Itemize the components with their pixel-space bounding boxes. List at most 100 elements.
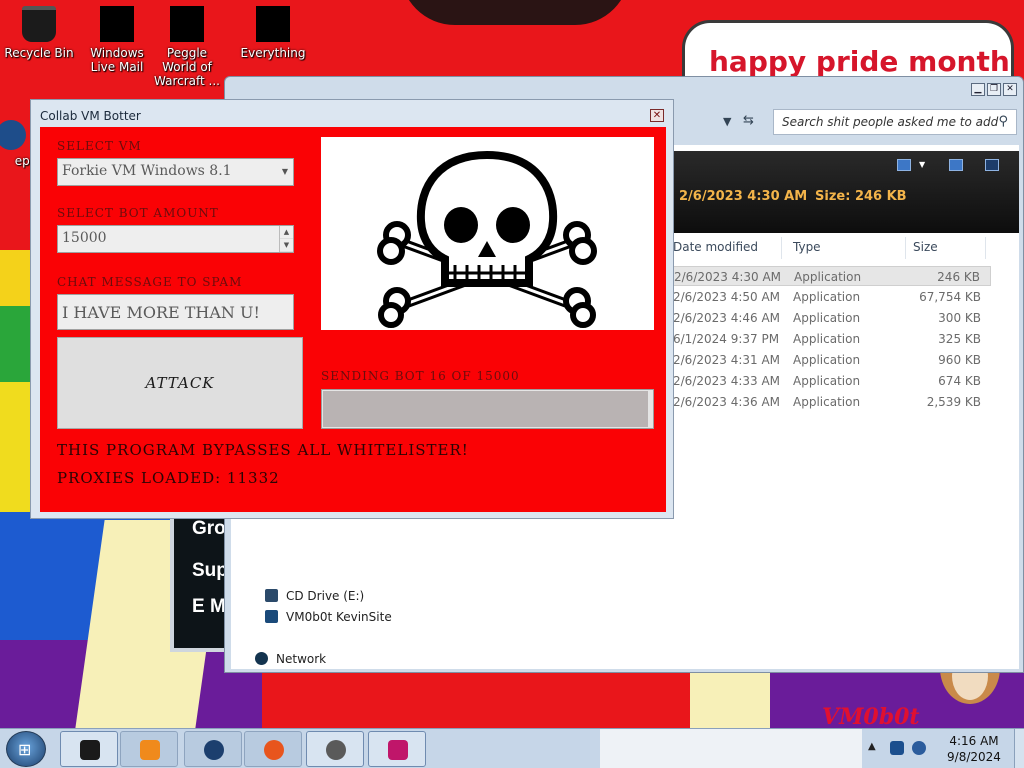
- taskbar-empty-area: [600, 729, 862, 768]
- file-size: 674 KB: [938, 374, 981, 388]
- close-button[interactable]: ✕: [1003, 83, 1017, 96]
- mail-icon: [100, 6, 134, 42]
- wallpaper-red-bottom: [262, 672, 702, 728]
- file-date: 2/6/2023 4:30 AM: [674, 270, 782, 284]
- column-header-type[interactable]: Type: [793, 240, 821, 254]
- tray-expand-icon[interactable]: ▲: [868, 741, 876, 752]
- skull-image: [321, 137, 654, 330]
- progress-label: SENDING BOT 16 OF 15000: [321, 369, 520, 383]
- file-date: 2/6/2023 4:46 AM: [673, 311, 781, 325]
- file-size: 300 KB: [938, 311, 981, 325]
- help-icon[interactable]: [985, 159, 999, 171]
- file-size: 2,539 KB: [926, 395, 981, 409]
- skull-app-icon: [326, 740, 346, 760]
- nav-item-label: CD Drive (E:): [286, 589, 365, 603]
- wallpaper-cream-shape-2: [690, 672, 770, 728]
- column-header-date[interactable]: Date modified: [673, 240, 758, 254]
- chat-message-label: CHAT MESSAGE TO SPAM: [57, 275, 243, 289]
- taskbar-app-paint[interactable]: [368, 731, 426, 767]
- desktop-icon-label: Windows Live Mail: [90, 46, 144, 74]
- column-divider[interactable]: [781, 237, 782, 259]
- nav-item-kevinsite[interactable]: VM0b0t KevinSite: [265, 610, 392, 624]
- pride-banner-text: happy pride month: [709, 45, 1010, 78]
- network-drive-icon: [265, 610, 278, 623]
- start-button[interactable]: ⊞: [6, 731, 46, 767]
- clock-date: 9/8/2024: [947, 750, 1001, 764]
- close-button[interactable]: ✕: [650, 109, 664, 122]
- clock[interactable]: 4:16 AM 9/8/2024: [934, 733, 1014, 765]
- refresh-icon[interactable]: ⇆: [743, 113, 754, 128]
- taskbar-app-media-player[interactable]: [120, 731, 178, 767]
- nav-item-cd-drive[interactable]: CD Drive (E:): [265, 589, 364, 603]
- search-box[interactable]: Search shit people asked me to add ⚲: [773, 109, 1017, 135]
- taskbar-app-cmd[interactable]: [60, 731, 118, 767]
- status-text-proxies: PROXIES LOADED: 11332: [57, 469, 280, 487]
- search-icon[interactable]: ⚲: [998, 114, 1008, 129]
- network-tray-icon[interactable]: [890, 741, 904, 755]
- attack-button[interactable]: ATTACK: [57, 337, 303, 429]
- firefox-icon: [264, 740, 284, 760]
- side-info-card: Gro Sup E M: [170, 510, 230, 652]
- peggle-icon: [170, 6, 204, 42]
- skull-crossbones-icon: [377, 150, 597, 328]
- view-dropdown-icon[interactable]: ▼: [919, 160, 925, 169]
- history-dropdown-icon[interactable]: ▼: [723, 115, 731, 128]
- column-header-size[interactable]: Size: [913, 240, 938, 254]
- side-card-line: E M: [192, 596, 226, 617]
- file-type: Application: [793, 353, 861, 367]
- bot-amount-stepper[interactable]: 15000 ▲ ▼: [57, 225, 294, 253]
- column-divider[interactable]: [985, 237, 986, 259]
- bot-window[interactable]: Collab VM Botter ✕ SELECT VM Forkie VM W…: [30, 99, 674, 519]
- wallpaper-notch: [400, 0, 630, 25]
- minimize-button[interactable]: ▁: [971, 83, 985, 96]
- cd-drive-icon: [265, 589, 278, 602]
- select-vm-label: SELECT VM: [57, 139, 142, 153]
- file-date: 2/6/2023 4:36 AM: [673, 395, 781, 409]
- vm-select[interactable]: Forkie VM Windows 8.1 ▼: [57, 158, 294, 186]
- view-icon[interactable]: [897, 159, 911, 171]
- desktop-icon-windows-live-mail[interactable]: Windows Live Mail: [78, 6, 156, 74]
- volume-tray-icon[interactable]: [912, 741, 926, 755]
- taskbar-app-firefox[interactable]: [244, 731, 302, 767]
- file-size: 325 KB: [938, 332, 981, 346]
- maximize-button[interactable]: ❐: [987, 83, 1001, 96]
- preview-pane-icon[interactable]: [949, 159, 963, 171]
- stepper-up-icon[interactable]: ▲: [280, 226, 293, 239]
- vm-select-value: Forkie VM Windows 8.1: [62, 163, 232, 179]
- details-size-label: Size:: [815, 189, 851, 204]
- nav-item-network[interactable]: Network: [255, 652, 326, 666]
- chevron-down-icon[interactable]: ▼: [282, 167, 288, 176]
- bot-client-area: SELECT VM Forkie VM Windows 8.1 ▼ SELECT…: [40, 127, 666, 512]
- nav-item-label: Network: [276, 652, 327, 666]
- bot-amount-value: 15000: [62, 230, 107, 246]
- paint-app-icon: [388, 740, 408, 760]
- desktop-icon-peggle[interactable]: Peggle World of Warcraft ...: [148, 6, 226, 88]
- stepper-down-icon[interactable]: ▼: [280, 239, 293, 252]
- show-desktop-button[interactable]: [1014, 729, 1024, 768]
- chat-message-value: I HAVE MORE THAN U!: [62, 303, 260, 322]
- file-size: 246 KB: [937, 270, 980, 284]
- desktop-icon-recycle-bin[interactable]: Recycle Bin: [0, 6, 78, 60]
- bot-amount-label: SELECT BOT AMOUNT: [57, 206, 219, 220]
- file-type: Application: [793, 374, 861, 388]
- details-date: 2/6/2023 4:30 AM: [679, 189, 808, 204]
- file-type: Application: [793, 290, 861, 304]
- file-type: Application: [793, 311, 861, 325]
- column-divider[interactable]: [905, 237, 906, 259]
- search-input[interactable]: Search shit people asked me to add: [782, 115, 998, 129]
- file-date: 6/1/2024 9:37 PM: [673, 332, 780, 346]
- taskbar: ⊞ ▲ 4:16 AM 9/8/2024: [0, 728, 1024, 768]
- globe-icon: [204, 740, 224, 760]
- stepper-buttons: ▲ ▼: [279, 226, 293, 252]
- cmd-icon: [80, 740, 100, 760]
- chat-message-input[interactable]: I HAVE MORE THAN U!: [57, 294, 294, 330]
- desktop-icon-label: Recycle Bin: [4, 46, 74, 60]
- file-type: Application: [793, 395, 861, 409]
- taskbar-app-globe[interactable]: [184, 731, 242, 767]
- file-date: 2/6/2023 4:33 AM: [673, 374, 781, 388]
- clock-time: 4:16 AM: [949, 734, 999, 748]
- progress-bar: [321, 389, 654, 429]
- taskbar-app-skull[interactable]: [306, 731, 364, 767]
- side-card-line: Gro: [192, 518, 226, 539]
- desktop-icon-everything[interactable]: Everything: [234, 6, 312, 60]
